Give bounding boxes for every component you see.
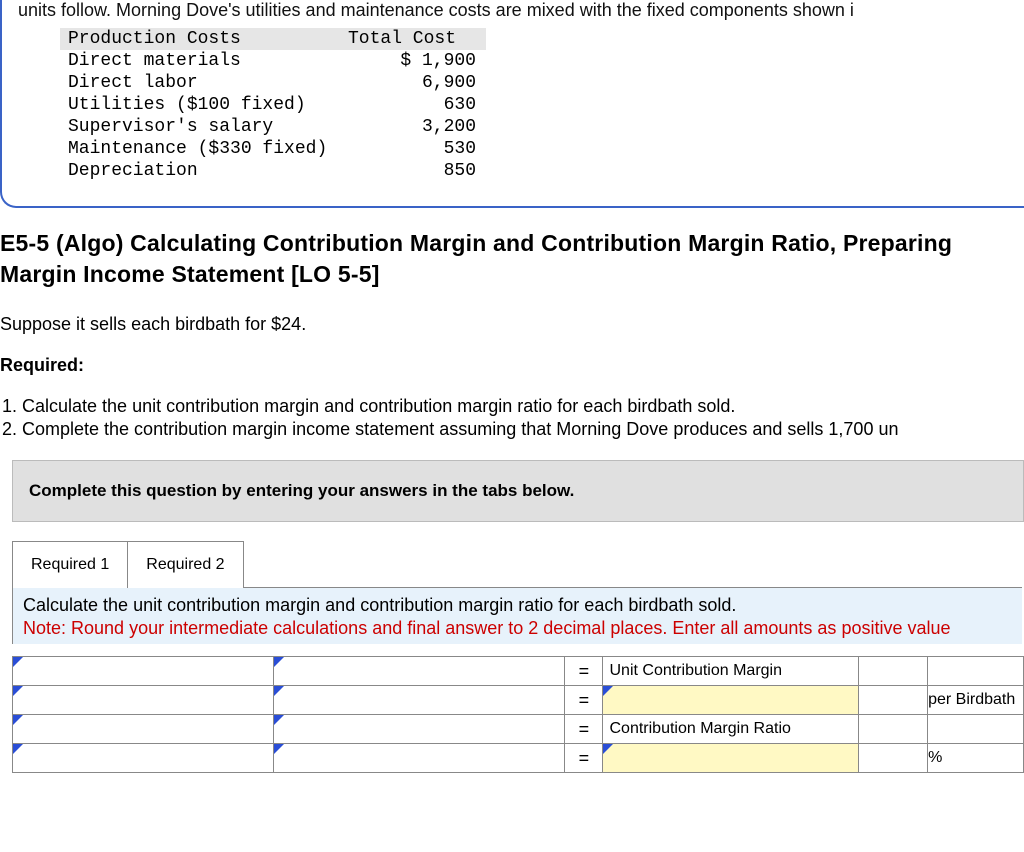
cost-information-box: units follow. Morning Dove's utilities a… [0, 0, 1024, 208]
instruction-bar: Complete this question by entering your … [12, 460, 1024, 522]
cost-row-label: Utilities ($100 fixed) [60, 94, 348, 116]
equals-cell: = [565, 686, 603, 715]
panel-line1: Calculate the unit contribution margin a… [23, 594, 1012, 617]
required-item: Complete the contribution margin income … [22, 419, 1024, 440]
value-cell[interactable] [859, 686, 928, 715]
input-cell-b[interactable] [273, 744, 565, 773]
tab-instruction-strip: Calculate the unit contribution margin a… [12, 588, 1022, 645]
unit-cell [928, 657, 1024, 686]
cost-row: Maintenance ($330 fixed)530 [60, 138, 486, 160]
panel-line2: Note: Round your intermediate calculatio… [23, 617, 1012, 640]
tabs-holder: Required 1Required 2 Calculate the unit … [12, 540, 1022, 645]
cost-row-label: Supervisor's salary [60, 116, 348, 138]
input-cell-b[interactable] [273, 657, 565, 686]
required-list: Calculate the unit contribution margin a… [0, 396, 1024, 440]
unit-cell: per Birdbath [928, 686, 1024, 715]
cutoff-text-top: units follow. Morning Dove's utilities a… [2, 0, 1024, 26]
worksheet: =Unit Contribution Margin=per Birdbath=C… [12, 656, 1024, 773]
cost-row: Depreciation850 [60, 160, 486, 182]
worksheet-row: =Unit Contribution Margin [13, 657, 1024, 686]
cost-row: Direct labor6,900 [60, 72, 486, 94]
tab-required-2[interactable]: Required 2 [127, 541, 243, 588]
equals-cell: = [565, 657, 603, 686]
cost-row-value: $ 1,900 [348, 50, 486, 72]
cost-row-label: Depreciation [60, 160, 348, 182]
tabs-row: Required 1Required 2 [12, 540, 1022, 587]
problem-heading: E5-5 (Algo) Calculating Contribution Mar… [0, 228, 1024, 290]
cost-row-label: Maintenance ($330 fixed) [60, 138, 348, 160]
result-label-cell: Contribution Margin Ratio [603, 715, 859, 744]
tab-required-1[interactable]: Required 1 [12, 541, 128, 588]
input-cell-a[interactable] [13, 715, 274, 744]
unit-cell: % [928, 744, 1024, 773]
worksheet-row: =% [13, 744, 1024, 773]
value-cell[interactable] [859, 715, 928, 744]
cost-rows: Direct materials$ 1,900Direct labor6,900… [60, 50, 1024, 182]
production-costs-area: Production Costs Total Cost Direct mater… [60, 28, 1024, 182]
equals-cell: = [565, 744, 603, 773]
required-label: Required: [0, 355, 1024, 376]
cost-row-value: 630 [348, 94, 486, 116]
worksheet-row: =Contribution Margin Ratio [13, 715, 1024, 744]
input-cell-b[interactable] [273, 715, 565, 744]
worksheet-table: =Unit Contribution Margin=per Birdbath=C… [12, 656, 1024, 773]
cost-row: Utilities ($100 fixed)630 [60, 94, 486, 116]
worksheet-row: = per Birdbath [13, 686, 1024, 715]
result-input-cell[interactable] [603, 686, 859, 715]
input-cell-b[interactable] [273, 686, 565, 715]
tab-panel: Calculate the unit contribution margin a… [12, 587, 1022, 645]
equals-cell: = [565, 715, 603, 744]
input-cell-a[interactable] [13, 686, 274, 715]
input-cell-a[interactable] [13, 657, 274, 686]
cost-header-label: Production Costs [60, 28, 348, 50]
unit-cell [928, 715, 1024, 744]
problem-body: Suppose it sells each birdbath for $24. … [0, 314, 1024, 440]
cost-row-value: 6,900 [348, 72, 486, 94]
cost-row: Supervisor's salary3,200 [60, 116, 486, 138]
cost-header-total: Total Cost [348, 28, 486, 50]
input-cell-a[interactable] [13, 744, 274, 773]
cost-table-header: Production Costs Total Cost [60, 28, 486, 50]
cost-row-value: 3,200 [348, 116, 486, 138]
cost-row-value: 530 [348, 138, 486, 160]
result-input-cell[interactable] [603, 744, 859, 773]
cost-row-value: 850 [348, 160, 486, 182]
result-label-cell: Unit Contribution Margin [603, 657, 859, 686]
suppose-line: Suppose it sells each birdbath for $24. [0, 314, 1024, 335]
required-item: Calculate the unit contribution margin a… [22, 396, 1024, 417]
cost-row-label: Direct materials [60, 50, 348, 72]
value-cell[interactable] [859, 657, 928, 686]
cost-row: Direct materials$ 1,900 [60, 50, 486, 72]
cost-row-label: Direct labor [60, 72, 348, 94]
value-cell[interactable] [859, 744, 928, 773]
